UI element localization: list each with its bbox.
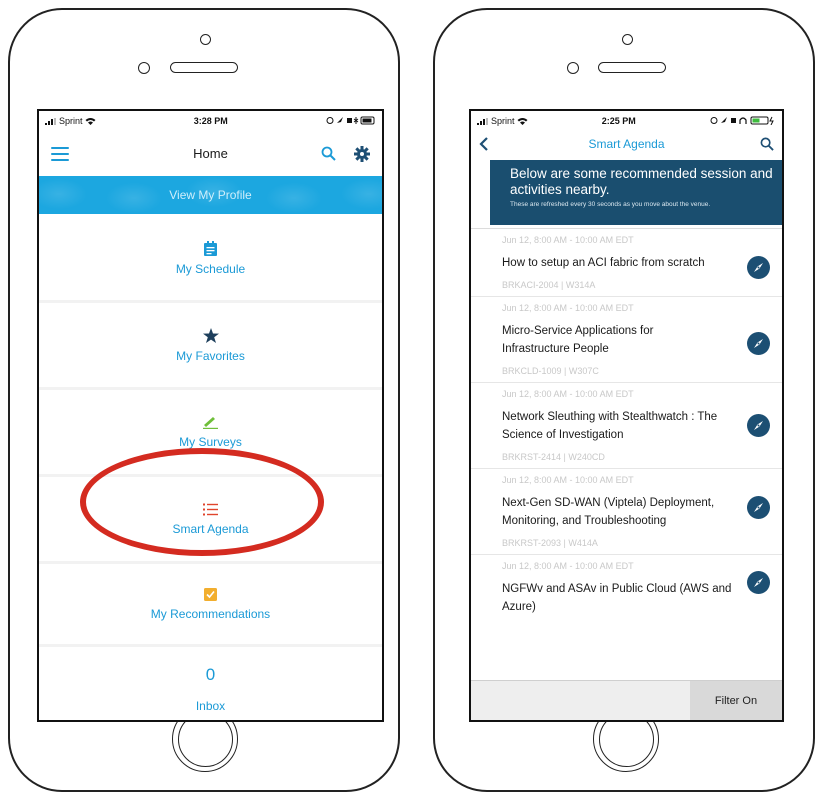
session-code: BRKACI-2004 | W314A (502, 280, 596, 290)
earpiece-speaker (170, 62, 238, 73)
session-title: Next-Gen SD-WAN (Viptela) Deployment, Mo… (502, 497, 715, 527)
menu-label: My Favorites (176, 348, 245, 363)
battery-icon (326, 116, 375, 124)
menu-label: My Recommendations (150, 606, 271, 621)
star-icon (202, 327, 219, 343)
view-profile-label: View My Profile (169, 188, 252, 202)
menu-item-inbox[interactable]: 0 Inbox (39, 647, 382, 720)
signal-icon (477, 117, 488, 125)
menu-label: Inbox (195, 699, 226, 713)
compass-icon[interactable] (747, 332, 770, 355)
session-item[interactable]: Jun 12, 8:00 AM - 10:00 AM EDT NGFWv and… (471, 555, 782, 622)
session-time: Jun 12, 8:00 AM - 10:00 AM EDT (502, 235, 634, 245)
highlight-annotation (80, 448, 324, 556)
session-item[interactable]: Jun 12, 8:00 AM - 10:00 AM EDT Network S… (471, 383, 782, 469)
phone-frame-smart-agenda: Sprint 2:25 PM Smart Agenda Below are so… (433, 8, 815, 792)
sensor (138, 62, 150, 74)
status-indicators (710, 116, 776, 127)
chevron-left-icon[interactable] (479, 137, 489, 151)
search-icon[interactable] (321, 146, 336, 161)
status-bar: Sprint 2:25 PM (471, 111, 782, 131)
session-time: Jun 12, 8:00 AM - 10:00 AM EDT (502, 303, 634, 313)
menu-item-my-favorites[interactable]: My Favorites (39, 303, 382, 387)
sensor (567, 62, 579, 74)
session-title: NGFWv and ASAv in Public Cloud (AWS and … (502, 583, 732, 613)
compass-icon[interactable] (747, 414, 770, 437)
session-time: Jun 12, 8:00 AM - 10:00 AM EDT (502, 475, 634, 485)
compass-icon[interactable] (747, 256, 770, 279)
top-nav: Smart Agenda (471, 131, 782, 157)
filter-button[interactable]: Filter On (690, 681, 782, 720)
wifi-icon (517, 118, 528, 125)
front-camera (622, 34, 633, 45)
search-icon[interactable] (760, 137, 774, 151)
session-code: BRKRST-2093 | W414A (502, 538, 598, 548)
top-nav: Home (39, 131, 382, 176)
filter-bar: Filter On (471, 680, 782, 720)
gear-icon[interactable] (354, 145, 370, 162)
session-code: BRKRST-2414 | W240CD (502, 452, 605, 462)
wifi-icon (85, 118, 96, 125)
battery-icon (710, 116, 774, 125)
session-item[interactable]: Jun 12, 8:00 AM - 10:00 AM EDT Micro-Ser… (471, 297, 782, 383)
front-camera (200, 34, 211, 45)
menu-item-my-schedule[interactable]: My Schedule (39, 216, 382, 300)
pencil-icon (203, 416, 218, 429)
compass-icon[interactable] (747, 571, 770, 594)
session-item[interactable]: Jun 12, 8:00 AM - 10:00 AM EDT How to se… (471, 229, 782, 297)
page-title: Smart Agenda (588, 137, 665, 151)
session-time: Jun 12, 8:00 AM - 10:00 AM EDT (502, 389, 634, 399)
home-screen: Sprint 3:28 PM Home View My Profile My S… (37, 109, 384, 722)
tooltip-headline: Below are some recommended session and a… (510, 166, 773, 197)
inbox-count: 0 (205, 665, 216, 684)
hamburger-icon[interactable] (51, 146, 69, 161)
session-title: How to setup an ACI fabric from scratch (502, 257, 705, 269)
calendar-icon (204, 240, 217, 256)
menu-item-my-recommendations[interactable]: My Recommendations (39, 564, 382, 644)
menu-label: My Surveys (179, 434, 242, 449)
compass-icon[interactable] (747, 496, 770, 519)
session-title: Network Sleuthing with Stealthwatch : Th… (502, 411, 718, 441)
carrier: Sprint (45, 116, 96, 126)
status-indicators (326, 116, 376, 127)
session-item[interactable]: Jun 12, 8:00 AM - 10:00 AM EDT Next-Gen … (471, 469, 782, 555)
session-code: BRKCLD-1009 | W307C (502, 366, 599, 376)
tooltip-subtext: These are refreshed every 30 seconds as … (510, 201, 711, 208)
recommendation-tooltip: Below are some recommended session and a… (490, 160, 782, 225)
session-list: Jun 12, 8:00 AM - 10:00 AM EDT How to se… (471, 229, 782, 622)
carrier: Sprint (477, 116, 528, 126)
status-time: 2:25 PM (601, 116, 636, 126)
smart-agenda-screen: Sprint 2:25 PM Smart Agenda Below are so… (469, 109, 784, 722)
signal-icon (45, 117, 56, 125)
recommendation-tooltip-area: Below are some recommended session and a… (471, 157, 782, 229)
status-time: 3:28 PM (193, 116, 228, 126)
view-profile-banner[interactable]: View My Profile (39, 176, 382, 214)
earpiece-speaker (598, 62, 666, 73)
status-bar: Sprint 3:28 PM (39, 111, 382, 131)
menu-label: My Schedule (175, 261, 246, 276)
phone-frame-home: Sprint 3:28 PM Home View My Profile My S… (8, 8, 400, 792)
checkmark-icon (204, 587, 217, 601)
session-time: Jun 12, 8:00 AM - 10:00 AM EDT (502, 561, 634, 571)
session-title: Micro-Service Applications for Infrastru… (502, 325, 654, 355)
